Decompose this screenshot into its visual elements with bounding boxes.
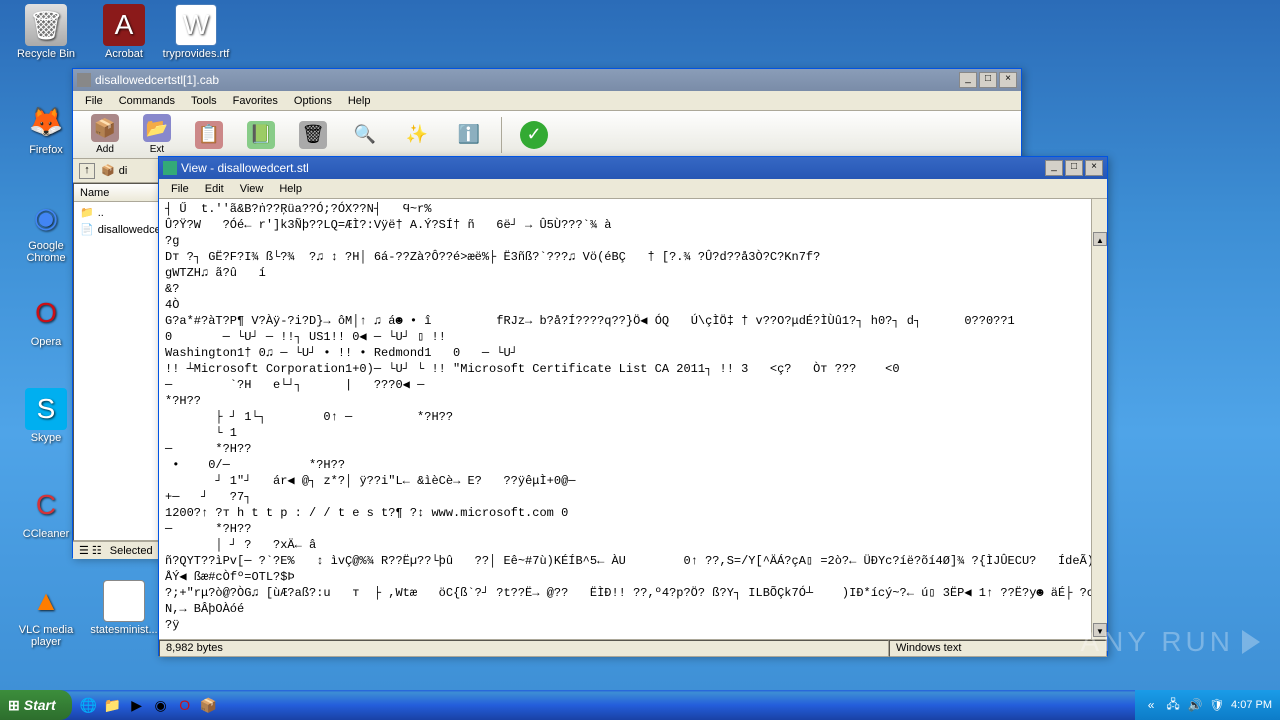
status-bytes: 8,982 bytes — [159, 640, 889, 657]
maximize-button[interactable]: □ — [979, 72, 997, 88]
viewer-menubar: File Edit View Help — [159, 179, 1107, 199]
clock[interactable]: 4:07 PM — [1231, 699, 1272, 711]
tool-extract[interactable]: 📂Ext — [133, 113, 181, 157]
tool-test[interactable]: 📋 — [185, 113, 233, 157]
menu-tools[interactable]: Tools — [183, 93, 225, 109]
file-list: Name 📁 .. 📄 disallowedce — [73, 183, 163, 541]
ql-ie-icon[interactable]: 🌐 — [78, 694, 100, 716]
quick-launch: 🌐 📁 ▶ ◉ O 📦 — [72, 694, 226, 716]
list-row-file[interactable]: 📄 disallowedce — [76, 221, 160, 238]
minimize-button[interactable]: _ — [959, 72, 977, 88]
tray-network-icon[interactable]: 🖧 — [1165, 697, 1181, 713]
viewer-minimize-button[interactable]: _ — [1045, 160, 1063, 176]
ql-explorer-icon[interactable]: 📁 — [102, 694, 124, 716]
desktop: 🗑Recycle Bin AAcrobat Wtryprovides.rtf 🦊… — [0, 0, 1280, 698]
archive-toolbar: 📦Add 📂Ext 📋 📗 🗑 🔍 ✨ ℹ️ ✓ — [73, 111, 1021, 159]
status-encoding: Windows text — [889, 640, 1107, 657]
desktop-icon-vlc[interactable]: ▲VLC media player — [10, 580, 82, 648]
archive-titlebar[interactable]: disallowedcertstl[1].cab _ □ × — [73, 69, 1021, 91]
archive-icon — [77, 73, 91, 87]
viewer-content[interactable]: ┤ Ű t.''ã&B?ṅ??Ŗüa??Ó;?ÓX??N┤ Ϥ~r% Û?Ÿ?W… — [159, 199, 1107, 639]
start-button[interactable]: Start — [0, 690, 72, 720]
viewer-maximize-button[interactable]: □ — [1065, 160, 1083, 176]
desktop-icon-file[interactable]: statesminist... — [88, 580, 160, 636]
menu-favorites[interactable]: Favorites — [225, 93, 286, 109]
desktop-icon-recycle-bin[interactable]: 🗑Recycle Bin — [10, 4, 82, 60]
tool-view[interactable]: 📗 — [237, 113, 285, 157]
viewer-close-button[interactable]: × — [1085, 160, 1103, 176]
viewer-menu-edit[interactable]: Edit — [197, 181, 232, 197]
system-tray: « 🖧 🔊 🛡 4:07 PM — [1135, 690, 1280, 720]
up-button[interactable]: ↑ — [79, 163, 95, 179]
menu-help[interactable]: Help — [340, 93, 379, 109]
viewer-titlebar[interactable]: View - disallowedcert.stl _ □ × — [159, 157, 1107, 179]
tray-volume-icon[interactable]: 🔊 — [1187, 697, 1203, 713]
viewer-menu-help[interactable]: Help — [271, 181, 310, 197]
ql-archive-icon[interactable]: 📦 — [198, 694, 220, 716]
viewer-menu-file[interactable]: File — [163, 181, 197, 197]
archive-title: disallowedcertstl[1].cab — [95, 73, 959, 87]
menu-options[interactable]: Options — [286, 93, 340, 109]
desktop-icon-acrobat[interactable]: AAcrobat — [88, 4, 160, 60]
status-selected: Selected — [110, 545, 153, 557]
tool-delete[interactable]: 🗑 — [289, 113, 337, 157]
list-row-parent[interactable]: 📁 .. — [76, 204, 160, 221]
taskbar: Start 🌐 📁 ▶ ◉ O 📦 « 🖧 🔊 🛡 4:07 PM — [0, 690, 1280, 720]
viewer-icon — [163, 161, 177, 175]
tray-chevron-icon[interactable]: « — [1143, 697, 1159, 713]
scrollbar-vertical[interactable]: ▲ ▼ — [1091, 199, 1107, 639]
viewer-menu-view[interactable]: View — [232, 181, 272, 197]
tray-shield-icon[interactable]: 🛡 — [1209, 697, 1225, 713]
tool-add[interactable]: 📦Add — [81, 113, 129, 157]
viewer-title: View - disallowedcert.stl — [181, 161, 1045, 175]
watermark: ANY RUN — [1080, 626, 1260, 658]
ql-media-icon[interactable]: ▶ — [126, 694, 148, 716]
scroll-up-button[interactable]: ▲ — [1093, 232, 1107, 246]
tool-wizard[interactable]: ✨ — [393, 113, 441, 157]
menu-commands[interactable]: Commands — [111, 93, 183, 109]
breadcrumb[interactable]: 📦 di — [101, 164, 127, 177]
viewer-statusbar: 8,982 bytes Windows text — [159, 639, 1107, 657]
list-header-name[interactable]: Name — [74, 184, 162, 202]
archive-menubar: File Commands Tools Favorites Options He… — [73, 91, 1021, 111]
menu-file[interactable]: File — [77, 93, 111, 109]
viewer-window: View - disallowedcert.stl _ □ × File Edi… — [158, 156, 1108, 656]
desktop-icon-rtf[interactable]: Wtryprovides.rtf — [160, 4, 232, 60]
tool-find[interactable]: 🔍 — [341, 113, 389, 157]
ql-chrome-icon[interactable]: ◉ — [150, 694, 172, 716]
close-button[interactable]: × — [999, 72, 1017, 88]
ql-opera-icon[interactable]: O — [174, 694, 196, 716]
tool-info[interactable]: ℹ️ — [445, 113, 493, 157]
tool-virus[interactable]: ✓ — [510, 113, 558, 157]
